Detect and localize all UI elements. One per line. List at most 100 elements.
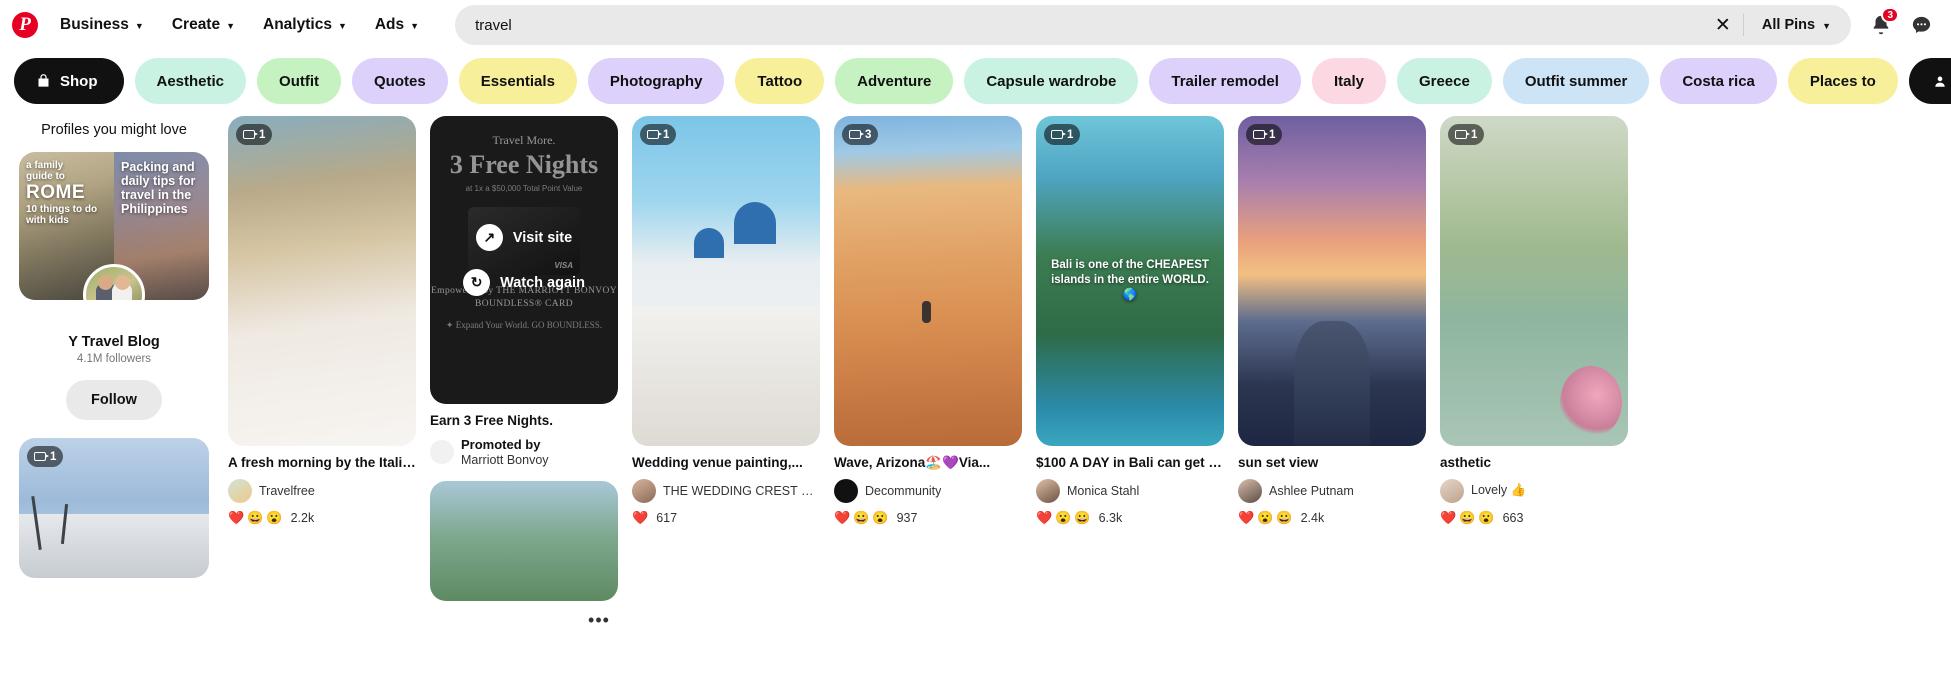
chip-greece[interactable]: Greece: [1396, 58, 1492, 104]
reaction-icon-2: 😀: [853, 509, 870, 525]
reaction-icon-2: 😮: [1055, 509, 1072, 525]
pin-image[interactable]: 1: [632, 116, 820, 446]
pin-image[interactable]: 1 Bali is one of the CHEAPEST islands in…: [1036, 116, 1224, 446]
search-bar[interactable]: ✕ All Pins ▼: [455, 5, 1851, 45]
chip-outfit-summer[interactable]: Outfit summer: [1502, 58, 1650, 104]
visit-site-button[interactable]: ↗ Visit site: [475, 224, 572, 251]
avatar: [228, 478, 252, 503]
pin-image-overlay-text: Bali is one of the CHEAPEST islands in t…: [1051, 258, 1209, 301]
pin-column-2: Travel More. 3 Free Nights at 1x a $50,0…: [430, 116, 618, 630]
pin-title: asthetic: [1440, 455, 1492, 470]
reaction-icon-2: 😮: [1257, 509, 1274, 525]
pin-card-italy[interactable]: 1 A fresh morning by the Italian... Trav…: [228, 116, 416, 526]
chip-label: Costa rica: [1682, 72, 1755, 90]
notifications-button[interactable]: 3: [1861, 5, 1901, 45]
pin-column-1: 1 A fresh morning by the Italian... Trav…: [228, 116, 416, 526]
pin-more-options-button[interactable]: •••: [584, 605, 614, 635]
pinterest-logo-icon[interactable]: P: [12, 12, 38, 38]
chip-italy[interactable]: Italy: [1311, 58, 1386, 104]
pin-card-asthetic[interactable]: 1 asthetic Lovely 👍 ❤️ 😀 😮 663: [1440, 116, 1628, 526]
suggested-profile-card[interactable]: a family guide to ROME 10 things to do w…: [19, 152, 209, 420]
pin-reactions: ❤️ 😀 😮 2.2k: [228, 510, 416, 526]
chip-label: Trailer remodel: [1171, 72, 1279, 90]
pin-reactions: ❤️ 😀 😮 663: [1440, 510, 1628, 526]
messages-button[interactable]: [1901, 5, 1941, 45]
pin-count-badge: 1: [640, 124, 677, 145]
pin-image[interactable]: 1: [1440, 116, 1628, 446]
pin-author[interactable]: Decommunity: [834, 478, 1022, 503]
pin-card-wedding[interactable]: 1 Wedding venue painting,... THE WEDDING…: [632, 116, 820, 526]
chip-photography[interactable]: Photography: [587, 58, 725, 104]
video-overlay: ↗ Visit site ↻ Watch again: [430, 116, 618, 404]
chip-shop[interactable]: Shop: [14, 58, 124, 104]
chip-costa-rica[interactable]: Costa rica: [1660, 58, 1777, 104]
cover-rome-line4: with kids: [26, 214, 69, 226]
follow-button[interactable]: Follow: [66, 380, 162, 420]
chip-outfit[interactable]: Outfit: [257, 58, 342, 104]
chip-tattoo[interactable]: Tattoo: [735, 58, 825, 104]
all-pins-filter[interactable]: All Pins ▼: [1748, 9, 1845, 41]
pin-reactions: ❤️ 😮 😀 6.3k: [1036, 510, 1224, 526]
search-input[interactable]: [475, 16, 1707, 34]
nav-item-business[interactable]: Business ▼: [46, 8, 158, 42]
shop-bag-icon: [38, 74, 49, 87]
all-pins-label: All Pins: [1761, 17, 1816, 33]
chip-aesthetic[interactable]: Aesthetic: [134, 58, 247, 104]
pin-count-badge: 1: [27, 446, 64, 467]
divider: [1742, 14, 1744, 36]
chevron-down-icon: ▼: [1822, 20, 1831, 31]
chip-label: Outfit: [279, 72, 320, 90]
nav-label: Ads: [374, 16, 405, 33]
pin-count-label: 1: [1067, 128, 1074, 141]
beach-shape: [19, 513, 209, 578]
chip-capsule-wardrobe[interactable]: Capsule wardrobe: [964, 58, 1139, 104]
chip-essentials[interactable]: Essentials: [458, 58, 577, 104]
chip-adventure[interactable]: Adventure: [835, 58, 954, 104]
avatar: [834, 478, 858, 503]
arrow-up-right-icon: ↗: [475, 224, 503, 251]
pin-card-sunset[interactable]: 1 sun set view Ashlee Putnam ❤️ 😮 😀 2.4k: [1238, 116, 1426, 526]
nav-item-analytics[interactable]: Analytics ▼: [249, 8, 361, 42]
chip-label: Photography: [609, 72, 703, 90]
chip-trailer-remodel[interactable]: Trailer remodel: [1149, 58, 1301, 104]
pin-title: Earn 3 Free Nights.: [430, 413, 554, 428]
nav-item-create[interactable]: Create ▼: [158, 8, 249, 42]
pin-author[interactable]: Monica Stahl: [1036, 478, 1224, 503]
pin-author[interactable]: THE WEDDING CREST LA...: [632, 478, 820, 503]
pin-author[interactable]: Travelfree: [228, 478, 416, 503]
chip-quotes[interactable]: Quotes: [352, 58, 448, 104]
carousel-icon: [1051, 130, 1066, 139]
chevron-down-icon: ▼: [410, 20, 420, 31]
pin-image[interactable]: 1: [228, 116, 416, 446]
pin-reaction-count: 6.3k: [1098, 510, 1123, 525]
promoted-by-label: Promoted by: [461, 436, 541, 452]
pin-image[interactable]: 1: [1238, 116, 1426, 446]
chip-label: Outfit summer: [1524, 72, 1628, 90]
pin-title: Wave, Arizona🏖️💜Via...: [834, 455, 991, 470]
chevron-down-icon: ▼: [226, 20, 236, 31]
pin-card-coastal-cliff[interactable]: [430, 481, 618, 602]
pin-author-name: Decommunity: [865, 483, 942, 498]
watch-again-button[interactable]: ↻ Watch again: [463, 269, 585, 296]
pin-image[interactable]: 3: [834, 116, 1022, 446]
pin-author[interactable]: Lovely 👍: [1440, 478, 1628, 503]
pin-card-promoted[interactable]: Travel More. 3 Free Nights at 1x a $50,0…: [430, 116, 618, 630]
chip-places-to[interactable]: Places to: [1787, 58, 1898, 104]
profiles-sidebar: Profiles you might love a family guide t…: [14, 112, 214, 681]
pin-author[interactable]: Ashlee Putnam: [1238, 478, 1426, 503]
profile-followers: 4.1M followers: [76, 353, 152, 365]
clear-search-icon[interactable]: ✕: [1707, 9, 1739, 41]
pin-card-bali[interactable]: 1 Bali is one of the CHEAPEST islands in…: [1036, 116, 1224, 526]
chip-profiles[interactable]: Profiles: [1908, 58, 1951, 104]
pin-reaction-count: 663: [1502, 510, 1524, 525]
sidebar-beach-pin[interactable]: 1: [19, 438, 209, 578]
cover-philippines-label: Packing and daily tips for travel in the…: [121, 160, 196, 216]
pin-card-wave-arizona[interactable]: 3 Wave, Arizona🏖️💜Via... Decommunity ❤️ …: [834, 116, 1022, 526]
chip-label: Aesthetic: [156, 72, 225, 90]
pin-image-promoted[interactable]: Travel More. 3 Free Nights at 1x a $50,0…: [430, 116, 618, 404]
reaction-icon-2: 😀: [247, 509, 264, 525]
nav-item-ads[interactable]: Ads ▼: [361, 8, 433, 42]
pin-author[interactable]: Promoted by Marriott Bonvoy •••: [430, 436, 618, 630]
wall-shape: [632, 307, 820, 446]
cover-rome-line2: guide to: [26, 171, 65, 183]
